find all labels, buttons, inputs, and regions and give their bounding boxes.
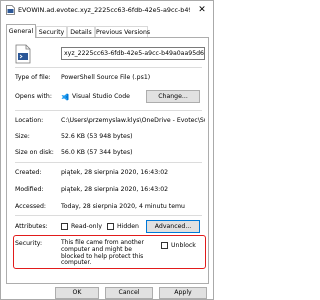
attributes-label: Attributes: (15, 223, 48, 230)
size-on-disk-value: 56.0 KB (57 344 bytes) (61, 149, 133, 156)
type-value: PowerShell Source File (.ps1) (61, 74, 151, 81)
hidden-checkbox[interactable] (107, 223, 114, 230)
modified-label: Modified: (15, 186, 44, 193)
read-only-checkbox[interactable] (61, 223, 68, 230)
security-label: Security: (15, 240, 43, 247)
accessed-label: Accessed: (15, 203, 47, 210)
window-title: EVOWIN.ad.evotec.xyz_2225cc63-6fdb-42e5-… (18, 6, 190, 14)
hidden-label: Hidden (117, 223, 139, 230)
tab-general[interactable]: General (6, 24, 36, 38)
modified-value: piątek, 28 sierpnia 2020, 16:43:02 (61, 186, 169, 193)
size-on-disk-label: Size on disk: (15, 149, 54, 156)
location-value: C:\Users\przemyslaw.klys\OneDrive - Evot… (61, 117, 205, 124)
title-bar: EVOWIN.ad.evotec.xyz_2225cc63-6fdb-42e5-… (1, 1, 213, 19)
divider (15, 162, 202, 163)
read-only-label: Read-only (71, 223, 102, 230)
opens-with-label: Opens with: (15, 93, 52, 100)
type-label: Type of file: (15, 74, 51, 81)
change-button[interactable]: Change... (146, 90, 200, 103)
opens-with-value: Visual Studio Code (72, 93, 130, 100)
file-name-input[interactable]: xyz_2225cc63-6fdb-42e5-a9cc-b49a0aa95d6b… (61, 47, 205, 60)
properties-window: EVOWIN.ad.evotec.xyz_2225cc63-6fdb-42e5-… (0, 0, 214, 300)
accessed-value: Today, 28 sierpnia 2020, 4 minutu temu (61, 203, 185, 210)
powershell-file-icon (15, 44, 31, 64)
location-label: Location: (15, 117, 44, 124)
close-button[interactable]: ✕ (193, 3, 211, 17)
created-value: piątek, 28 sierpnia 2020, 16:43:02 (61, 169, 169, 176)
unblock-checkbox[interactable] (161, 242, 168, 249)
file-icon (6, 5, 15, 15)
general-panel: xyz_2225cc63-6fdb-42e5-a9cc-b49a0aa95d6b… (6, 37, 209, 284)
size-label: Size: (15, 133, 30, 140)
created-label: Created: (15, 169, 42, 176)
advanced-button[interactable]: Advanced... (146, 220, 200, 233)
security-message: This file came from another computer and… (61, 239, 144, 267)
vscode-icon (61, 93, 69, 101)
apply-button[interactable]: Apply (159, 287, 207, 299)
divider (15, 215, 202, 216)
close-icon: ✕ (198, 5, 206, 15)
divider (15, 67, 202, 68)
divider (15, 110, 202, 111)
unblock-label: Unblock (171, 242, 196, 249)
cancel-button[interactable]: Cancel (105, 287, 153, 299)
ok-button[interactable]: OK (55, 287, 99, 299)
size-value: 52.6 KB (53 948 bytes) (61, 133, 133, 140)
